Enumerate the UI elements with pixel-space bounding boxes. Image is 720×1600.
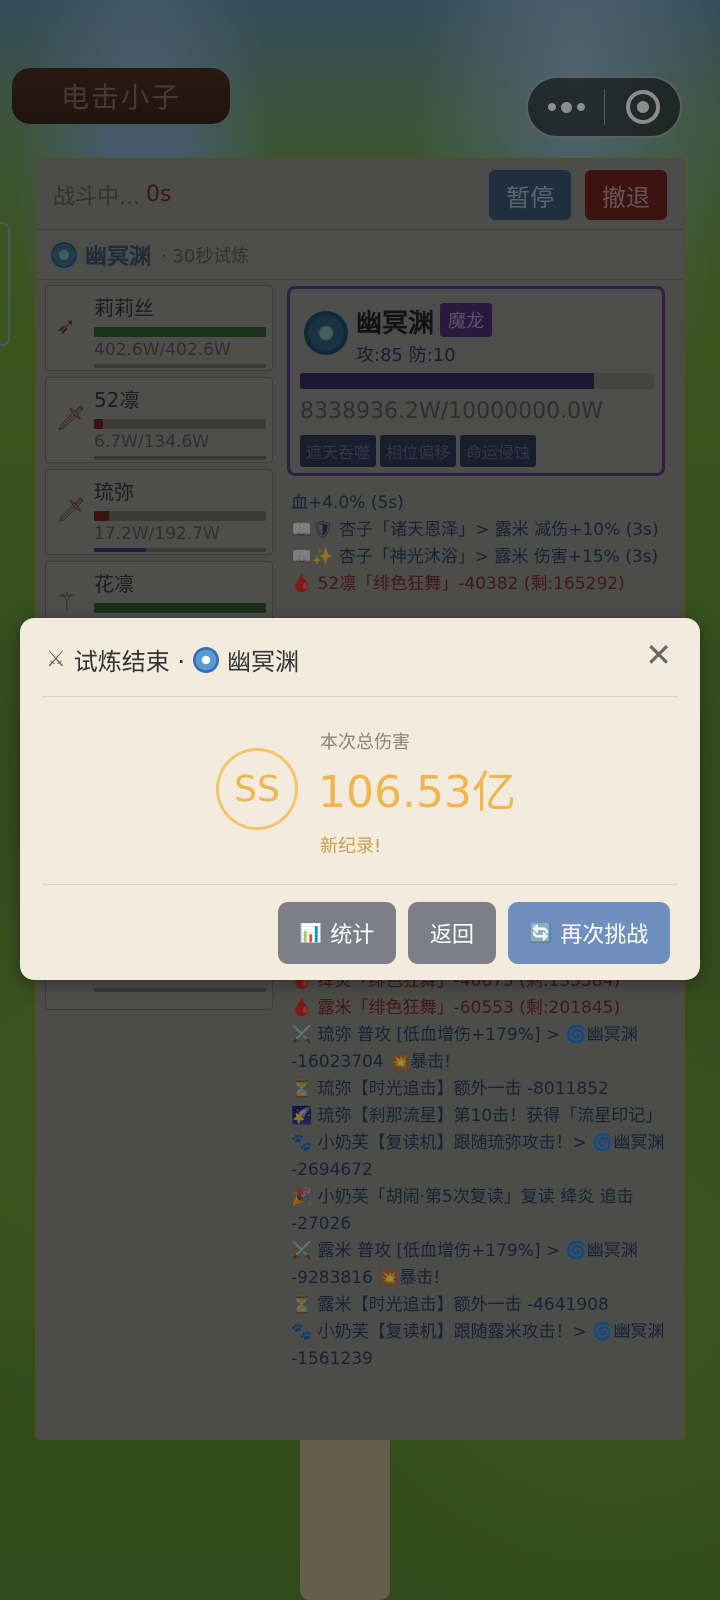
stats-button-label: 统计 [330, 923, 375, 948]
grade-badge: SS [216, 748, 298, 830]
vortex-icon [193, 646, 219, 673]
dialog-boss-name: 幽冥渊 [227, 648, 299, 676]
dialog-title: ⚔ 试炼结束 · 幽冥渊 [46, 642, 299, 677]
retry-button[interactable]: 🔄 再次挑战 [508, 902, 670, 964]
damage-value: 106.53亿 [318, 767, 516, 818]
damage-label: 本次总伤害 [320, 732, 410, 753]
close-icon[interactable]: ✕ [645, 636, 672, 674]
retry-button-label: 再次挑战 [560, 923, 649, 948]
trial-result-dialog: ⚔ 试炼结束 · 幽冥渊 ✕ SS 本次总伤害 106.53亿 新纪录! 📊 统… [20, 618, 700, 980]
back-button[interactable]: 返回 [408, 902, 496, 964]
refresh-icon: 🔄 [529, 922, 553, 944]
divider [42, 884, 678, 885]
divider [42, 696, 678, 697]
dialog-title-text: 试炼结束 · [73, 648, 185, 676]
new-record-label: 新纪录! [320, 836, 382, 857]
crossed-swords-icon: ⚔ [46, 647, 66, 672]
bar-chart-icon: 📊 [299, 922, 323, 944]
stats-button[interactable]: 📊 统计 [278, 902, 396, 964]
